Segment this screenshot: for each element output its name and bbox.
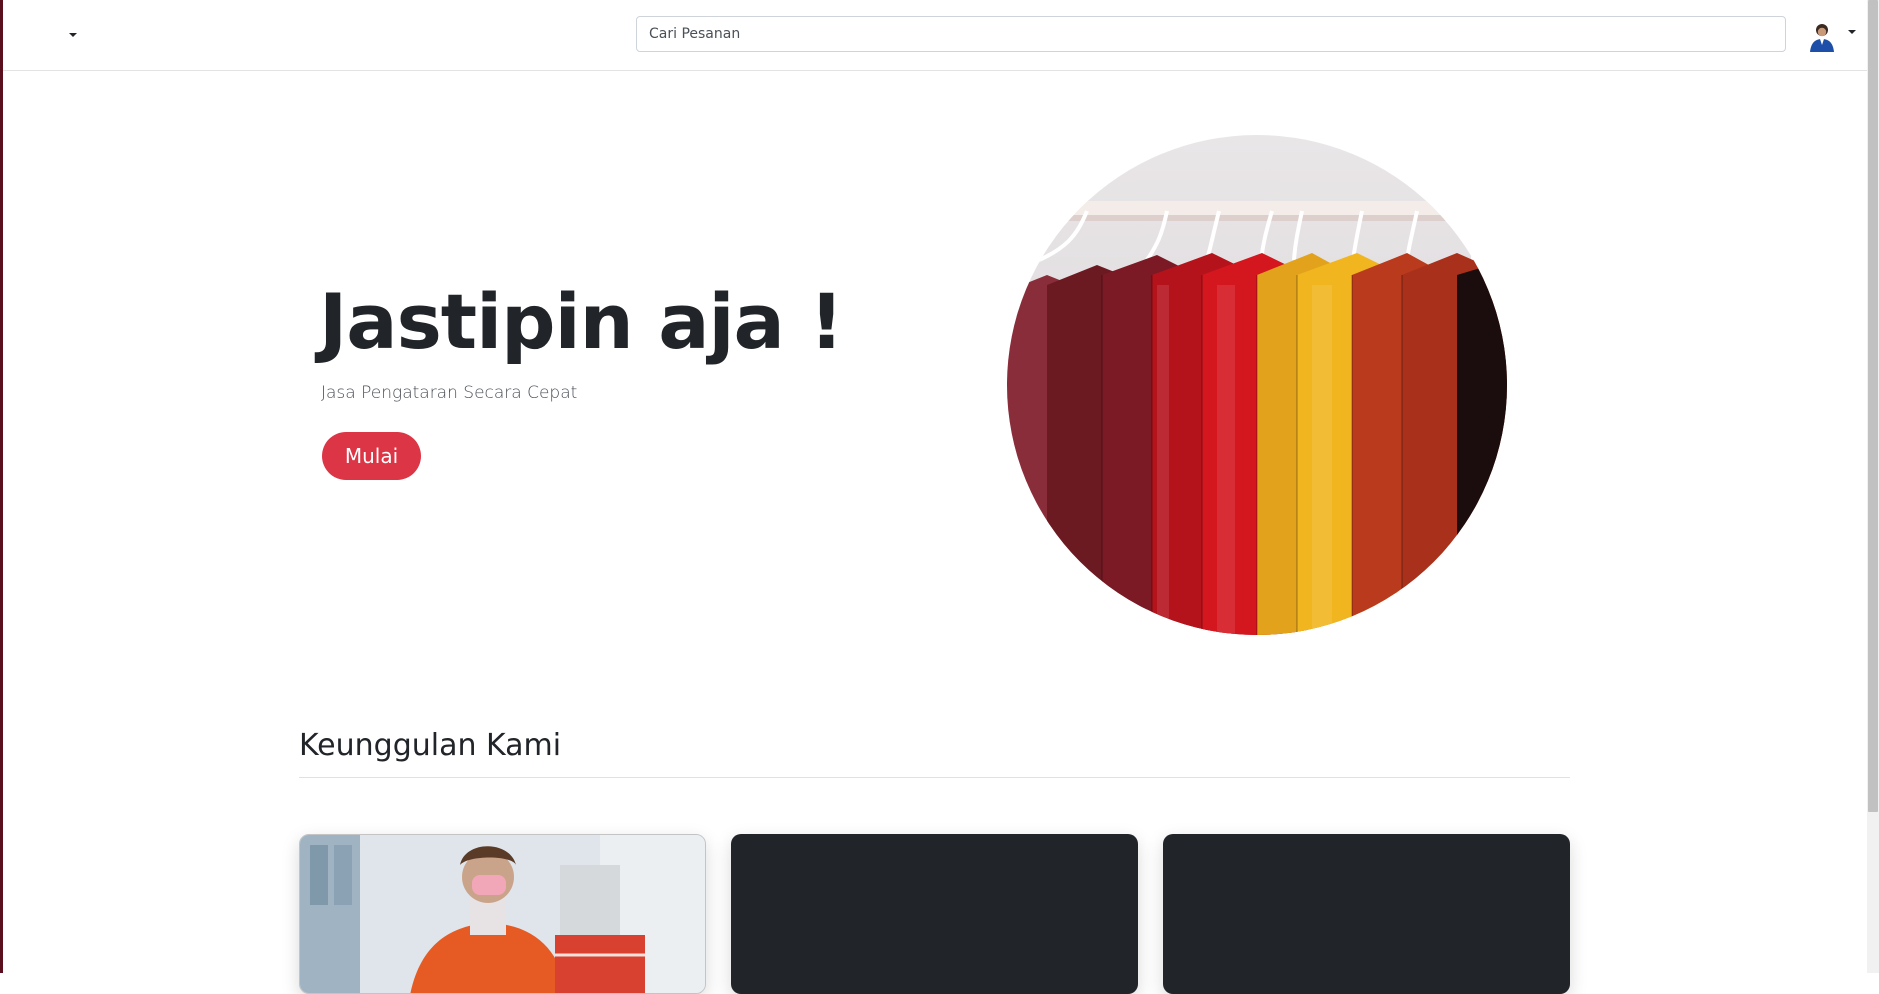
- hero-title: Jastipin aja !: [319, 277, 844, 366]
- search-input[interactable]: [636, 16, 1786, 52]
- section-title: Keunggulan Kami: [299, 728, 562, 763]
- avatar-chevron-down-icon[interactable]: [1846, 28, 1858, 38]
- courier-photo: [300, 835, 705, 993]
- hero-subtitle: Jasa Pengataran Secara Cepat: [321, 383, 578, 403]
- feature-card-courier[interactable]: [299, 834, 706, 994]
- feature-card-3[interactable]: [1163, 834, 1570, 994]
- scrollbar-thumb[interactable]: [1868, 0, 1878, 812]
- user-avatar[interactable]: [1808, 20, 1836, 52]
- feature-card-2[interactable]: [731, 834, 1138, 994]
- chevron-down-icon[interactable]: [67, 29, 81, 43]
- avatar-icon: [1808, 20, 1836, 52]
- window-edge: [0, 0, 3, 973]
- section-divider: [299, 777, 1570, 778]
- start-button[interactable]: Mulai: [322, 432, 421, 480]
- hero-clothes-image: [1007, 135, 1507, 635]
